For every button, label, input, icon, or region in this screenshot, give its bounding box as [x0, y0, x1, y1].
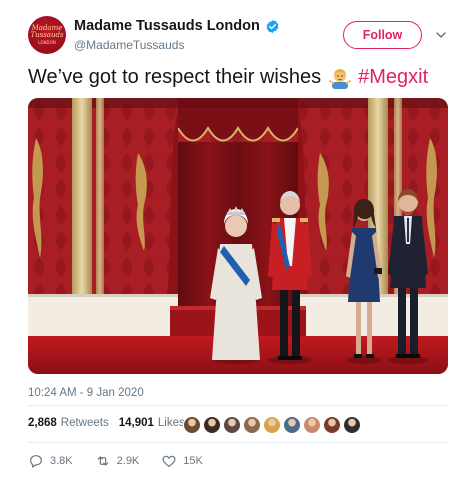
divider — [28, 442, 448, 443]
display-name[interactable]: Madame Tussauds London — [74, 18, 260, 34]
liker-avatars[interactable] — [183, 416, 361, 434]
liker-avatar[interactable] — [283, 416, 301, 434]
liker-avatar[interactable] — [303, 416, 321, 434]
avatar-logo-text: Madame Tussauds LONDON — [30, 23, 64, 45]
hashtag-link[interactable]: #Megxit — [358, 66, 428, 89]
liker-avatar[interactable] — [343, 416, 361, 434]
liker-avatar[interactable] — [183, 416, 201, 434]
tweet-timestamp[interactable]: 10:24 AM - 9 Jan 2020 — [28, 387, 144, 399]
verified-badge-icon — [266, 19, 279, 33]
divider — [28, 405, 448, 406]
author-name-row[interactable]: Madame Tussauds London — [74, 18, 280, 34]
tweet-card: Madame Tussauds LONDON Madame Tussauds L… — [0, 0, 476, 480]
retweet-icon — [97, 456, 108, 466]
liker-avatar[interactable] — [223, 416, 241, 434]
reply-button[interactable]: 3.8K — [28, 453, 73, 469]
tweet-photo[interactable] — [28, 98, 448, 374]
avatar[interactable]: Madame Tussauds LONDON — [28, 16, 66, 54]
reply-icon — [30, 455, 42, 468]
like-count[interactable]: 14,901 — [119, 417, 154, 429]
reply-count: 3.8K — [50, 455, 73, 467]
man-shrugging-emoji-icon — [329, 68, 352, 89]
engagement-stats: 2,868 Retweets 14,901 Likes — [28, 417, 195, 429]
heart-icon — [162, 455, 176, 467]
follow-button[interactable]: Follow — [343, 21, 422, 49]
retweet-button[interactable]: 2.9K — [95, 453, 140, 469]
tweet-text: We’ve got to respect their wishes #Megxi… — [28, 66, 428, 89]
chevron-down-icon[interactable] — [434, 28, 448, 42]
liker-avatar[interactable] — [203, 416, 221, 434]
liker-avatar[interactable] — [263, 416, 281, 434]
tweet-body-text: We’ve got to respect their wishes — [28, 66, 322, 88]
like-button[interactable]: 15K — [161, 453, 203, 469]
retweet-count[interactable]: 2,868 — [28, 417, 57, 429]
wax-figures-photo — [28, 98, 448, 374]
like-action-count: 15K — [183, 455, 203, 467]
tweet-actions: 3.8K 2.9K 15K — [28, 453, 225, 469]
retweet-label[interactable]: Retweets — [61, 417, 109, 429]
like-label[interactable]: Likes — [158, 417, 185, 429]
user-handle[interactable]: @MadameTussauds — [74, 38, 184, 52]
liker-avatar[interactable] — [323, 416, 341, 434]
liker-avatar[interactable] — [243, 416, 261, 434]
retweet-action-count: 2.9K — [116, 455, 140, 467]
